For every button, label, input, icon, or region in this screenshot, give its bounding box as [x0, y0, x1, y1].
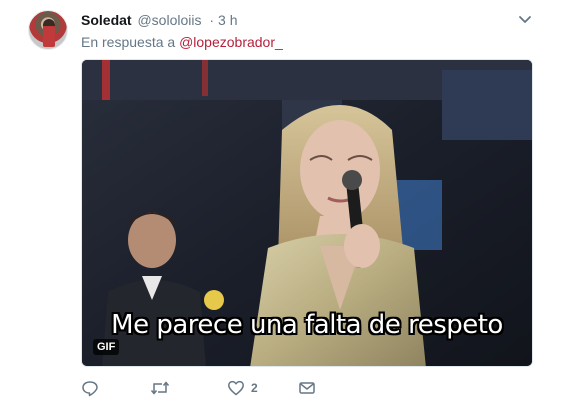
- reply-icon: [81, 379, 99, 397]
- envelope-icon: [298, 379, 316, 397]
- reply-context: En respuesta a @lopezobrador_: [81, 33, 283, 51]
- reply-prefix: En respuesta a: [81, 34, 176, 50]
- chevron-down-icon[interactable]: [518, 12, 532, 23]
- like-button[interactable]: 2: [227, 378, 258, 398]
- gif-media[interactable]: Me parece una falta de respeto GIF: [81, 59, 533, 367]
- gif-badge: GIF: [93, 339, 120, 355]
- like-count: 2: [251, 381, 258, 395]
- heart-icon: [227, 379, 245, 397]
- author-name[interactable]: Soledat: [81, 12, 132, 28]
- tweet-header: Soledat @sololoiis · 3 h: [81, 11, 238, 29]
- gif-caption: Me parece una falta de respeto: [111, 310, 503, 340]
- author-handle[interactable]: @sololoiis: [137, 12, 201, 28]
- tweet-actions: 2: [81, 378, 541, 398]
- retweet-button[interactable]: [150, 378, 170, 398]
- tweet[interactable]: Soledat @sololoiis · 3 h En respuesta a @…: [0, 0, 566, 402]
- reply-mention-link[interactable]: @lopezobrador_: [179, 34, 283, 50]
- separator: ·: [209, 12, 215, 28]
- direct-message-button[interactable]: [298, 378, 316, 398]
- retweet-icon: [150, 379, 170, 397]
- reply-button[interactable]: [81, 378, 99, 398]
- tweet-time[interactable]: 3 h: [218, 12, 237, 28]
- avatar[interactable]: [28, 10, 68, 50]
